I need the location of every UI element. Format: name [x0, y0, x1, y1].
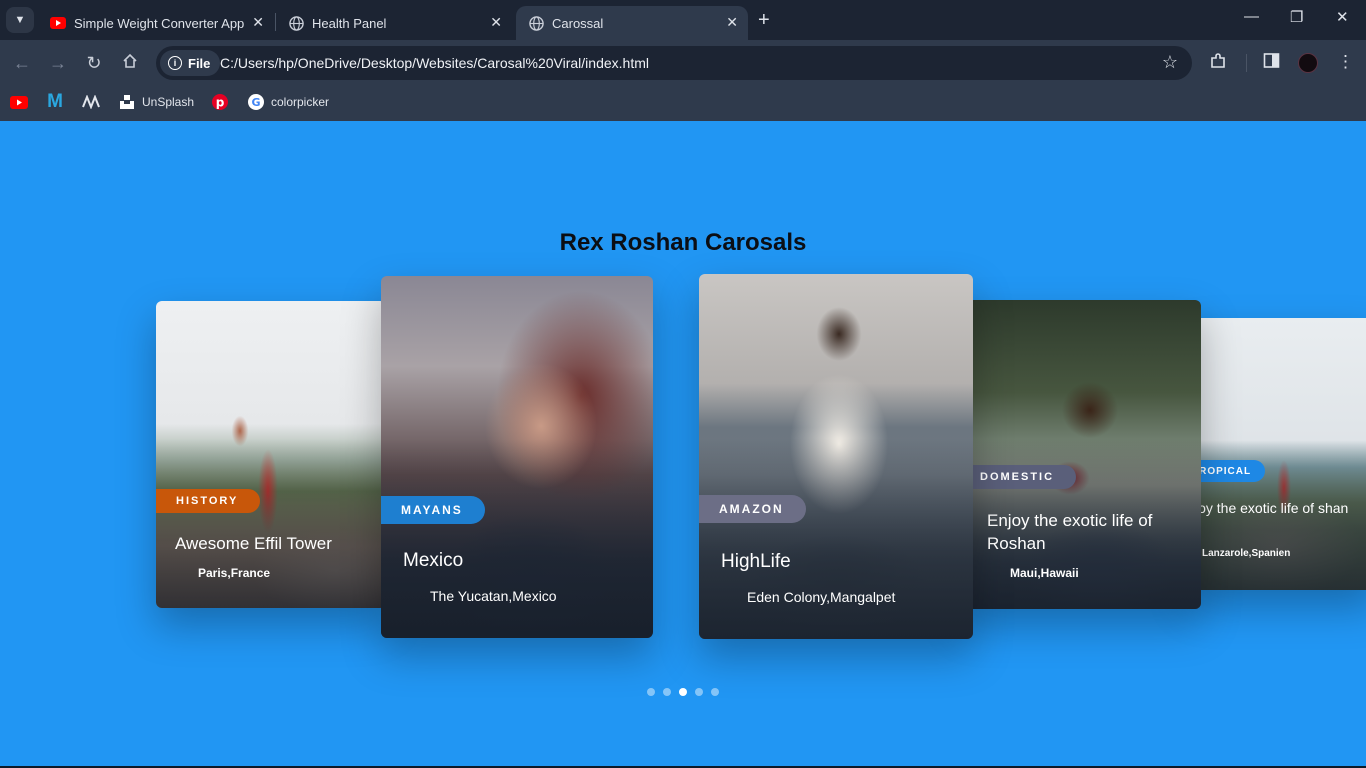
page-viewport: Rex Roshan Carosals HISTORY Awesome Effi… [0, 121, 1366, 766]
address-bar[interactable]: i File C:/Users/hp/OneDrive/Desktop/Webs… [156, 46, 1192, 80]
home-button[interactable] [119, 52, 141, 74]
tab-title: Health Panel [312, 15, 387, 31]
carousel-card-mayans[interactable]: MAYANS Mexico The Yucatan,Mexico [381, 276, 653, 638]
card-tag: DOMESTIC [960, 465, 1077, 489]
plus-icon: + [758, 9, 770, 31]
tab-carossal[interactable]: Carossal ✕ [516, 6, 748, 40]
bookmark-unsplash[interactable]: UnSplash [118, 93, 194, 111]
restore-button[interactable]: ❐ [1290, 8, 1303, 26]
pagination-dot[interactable] [695, 688, 703, 696]
tab-search-button[interactable]: ▼ [6, 7, 34, 33]
carousel-card-domestic[interactable]: DOMESTIC Enjoy the exotic life of Roshan… [960, 300, 1201, 609]
svg-text:p: p [216, 96, 225, 110]
pagination-dot[interactable] [663, 688, 671, 696]
bookmark-star-icon[interactable]: ☆ [1162, 52, 1178, 73]
scheme-label: File [188, 55, 211, 71]
side-panel-icon[interactable] [1263, 52, 1280, 74]
tab-close-icon[interactable]: ✕ [252, 14, 264, 31]
close-window-button[interactable]: ✕ [1336, 8, 1349, 26]
back-button[interactable]: ← [11, 52, 33, 74]
new-tab-button[interactable]: + [758, 9, 770, 32]
bookmark-pinterest[interactable]: p [211, 93, 235, 111]
browser-toolbar: ← → ↻ i File C:/Users/hp/OneDrive/Deskto… [0, 40, 1366, 86]
bookmark-youtube[interactable] [10, 93, 34, 111]
bookmark-wave[interactable] [82, 93, 106, 111]
menu-dots-icon[interactable]: ⋮ [1337, 52, 1354, 72]
card-location: Eden Colony,Mangalpet [747, 589, 896, 605]
carousel-card-amazon[interactable]: AMAZON HighLife Eden Colony,Mangalpet [699, 274, 973, 639]
pagination-dot[interactable] [711, 688, 719, 696]
bookmark-colorpicker[interactable]: G colorpicker [247, 93, 329, 111]
info-icon: i [168, 56, 182, 70]
home-icon [122, 53, 138, 74]
pinterest-icon: p [211, 93, 229, 111]
card-location: Maui,Hawaii [1010, 566, 1079, 580]
google-icon: G [247, 93, 265, 111]
card-location: The Yucatan,Mexico [430, 588, 557, 604]
card-title: Mexico [403, 550, 464, 571]
medium-m-icon: M [47, 91, 63, 112]
card-location: Lanzarole,Spanien [1202, 548, 1291, 559]
extensions-icon[interactable] [1209, 52, 1227, 75]
forward-button[interactable]: → [47, 52, 69, 74]
bookmarks-bar: M UnSplash p G colorpicker [0, 86, 1366, 121]
toolbar-separator [1246, 54, 1247, 72]
minimize-icon: — [1244, 8, 1259, 25]
card-title: Enjoy the exotic life of Roshan [987, 511, 1153, 553]
page-title: Rex Roshan Carosals [559, 229, 807, 256]
youtube-icon [50, 15, 66, 31]
bookmark-label: UnSplash [142, 95, 195, 109]
reload-button[interactable]: ↻ [83, 52, 105, 74]
globe-icon [288, 15, 304, 31]
youtube-icon [10, 93, 28, 111]
wave-logo-icon [82, 93, 100, 111]
restore-icon: ❐ [1290, 9, 1304, 26]
carousel-card-history[interactable]: HISTORY Awesome Effil Tower Paris,France [156, 301, 386, 608]
carousel-pagination [647, 688, 719, 696]
card-tag: MAYANS [381, 496, 485, 524]
site-info-chip[interactable]: i File [160, 50, 221, 76]
tab-health-panel[interactable]: Health Panel ✕ [276, 6, 512, 40]
tab-close-icon[interactable]: ✕ [490, 14, 502, 31]
chevron-down-icon: ▼ [14, 14, 26, 26]
arrow-left-icon: ← [13, 52, 31, 73]
tab-weight-converter[interactable]: Simple Weight Converter App W ✕ [38, 6, 274, 40]
card-title: Awesome Effil Tower [175, 534, 332, 553]
reload-icon: ↻ [86, 52, 102, 73]
card-overlay [156, 439, 386, 608]
card-overlay [381, 438, 653, 638]
pagination-dot-active[interactable] [679, 688, 687, 696]
tab-title: Carossal [552, 15, 604, 31]
close-icon: ✕ [1336, 9, 1349, 26]
pagination-dot[interactable] [647, 688, 655, 696]
card-overlay [699, 438, 973, 639]
globe-icon [528, 15, 544, 31]
card-title: joy the exotic life of shan [1195, 500, 1349, 516]
card-location: Paris,France [198, 566, 271, 580]
carousel-card-tropical[interactable]: TROPICAL joy the exotic life of shan Lan… [1188, 318, 1366, 590]
profile-avatar[interactable] [1298, 53, 1318, 73]
bookmark-medium[interactable]: M [46, 91, 70, 112]
card-tag: HISTORY [156, 489, 261, 513]
tab-title: Simple Weight Converter App W [74, 15, 244, 31]
unsplash-icon [118, 93, 136, 111]
svg-text:G: G [251, 96, 260, 109]
arrow-right-icon: → [49, 52, 67, 73]
bookmark-label: colorpicker [271, 95, 330, 109]
tab-close-icon[interactable]: ✕ [726, 14, 738, 31]
card-tag: AMAZON [699, 495, 806, 523]
card-title: HighLife [721, 551, 791, 572]
tab-strip: ▼ Simple Weight Converter App W ✕ Health… [0, 0, 1366, 40]
url-text[interactable]: C:/Users/hp/OneDrive/Desktop/Websites/Ca… [220, 55, 649, 71]
minimize-button[interactable]: — [1244, 8, 1259, 25]
